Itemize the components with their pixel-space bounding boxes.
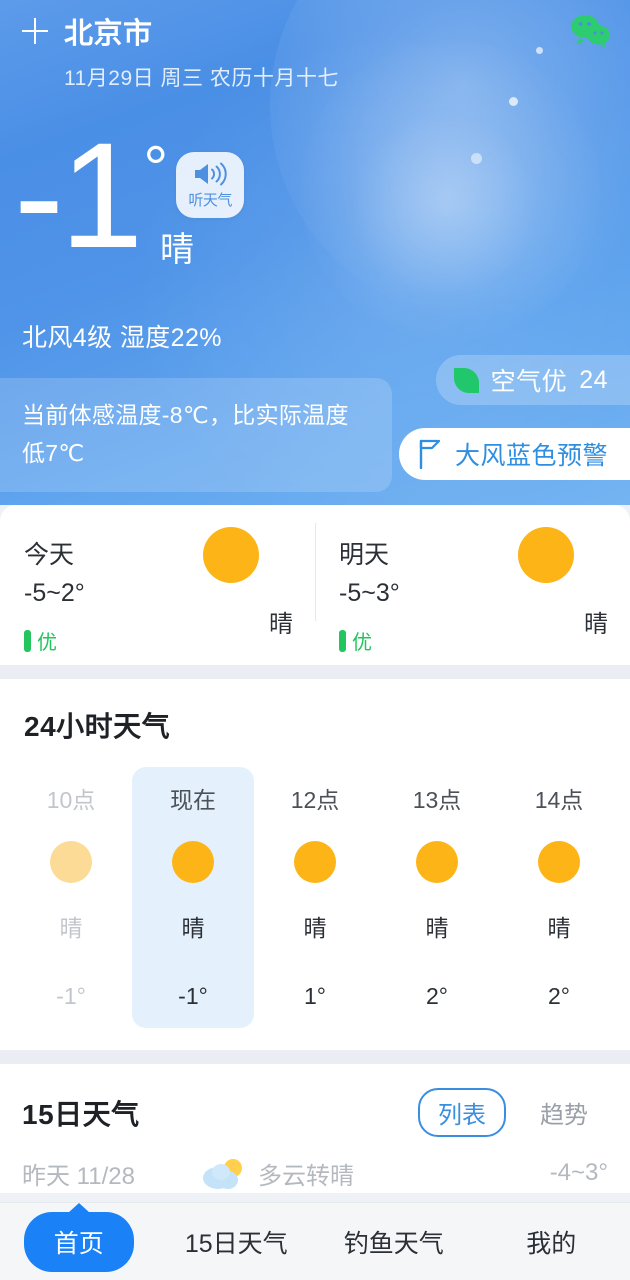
hourly-list: 10点 晴 -1° 现在 晴 -1° 12点 晴 1° 13点 晴 2° 14点… xyxy=(0,767,630,1028)
hour-time: 13点 xyxy=(412,787,462,813)
wechat-icon[interactable] xyxy=(570,14,612,48)
day-aqi-label: 优 xyxy=(352,632,372,654)
weather-alert-label: 大风蓝色预警 xyxy=(454,442,608,470)
aqi-bar-icon xyxy=(339,629,346,652)
speaker-icon xyxy=(195,162,227,185)
two-day-card: 今天 -5~2° 优 晴 明天 -5~3° 优 晴 xyxy=(0,505,630,665)
day-condition: 晴 xyxy=(269,611,293,638)
hour-column[interactable]: 14点 晴 2° xyxy=(498,767,620,1028)
weather-alert-pill[interactable]: 大风蓝色预警 xyxy=(398,428,630,480)
hour-column[interactable]: 10点 晴 -1° xyxy=(10,767,132,1028)
day-column-today[interactable]: 今天 -5~2° 优 晴 xyxy=(0,505,315,665)
hour-time: 10点 xyxy=(46,787,96,813)
forecast-temp: -4~3° xyxy=(549,1159,608,1186)
hour-temp: -1° xyxy=(56,983,86,1009)
tab-trend-view[interactable]: 趋势 xyxy=(520,1088,608,1137)
hour-temp: 2° xyxy=(426,983,448,1009)
add-city-icon[interactable] xyxy=(22,18,48,44)
forecast-condition: 多云转晴 xyxy=(258,1162,354,1190)
hour-condition: 晴 xyxy=(59,915,83,941)
fifteen-day-header: 15日天气 列表 趋势 xyxy=(0,1088,630,1137)
hero-sparkle-3 xyxy=(471,153,482,164)
day-temp-range: -5~3° xyxy=(339,579,400,607)
listen-weather-label: 听天气 xyxy=(188,191,232,209)
hero-sparkle-1 xyxy=(536,47,543,54)
tab-home-label: 首页 xyxy=(23,1211,134,1272)
forecast-row[interactable]: 昨天 11/28 多云转晴 -4~3° xyxy=(0,1137,630,1193)
degree-symbol: ° xyxy=(143,134,169,203)
hour-condition: 晴 xyxy=(547,915,571,941)
hour-column-now[interactable]: 现在 晴 -1° xyxy=(132,767,254,1028)
city-row: 北京市 xyxy=(22,10,339,52)
sun-icon xyxy=(50,841,92,883)
temperature-line: -1 ° 听天气 xyxy=(14,111,245,279)
current-condition: 晴 xyxy=(160,231,194,269)
day-column-tomorrow[interactable]: 明天 -5~3° 优 晴 xyxy=(315,505,630,665)
hero-glow-3 xyxy=(350,110,540,300)
sun-icon xyxy=(518,527,574,583)
section-divider xyxy=(0,665,630,679)
hour-time: 14点 xyxy=(534,787,584,813)
tab-fishing-weather-label: 钓鱼天气 xyxy=(343,1229,444,1258)
hour-temp: -1° xyxy=(178,983,208,1009)
hero-glow-2 xyxy=(300,40,600,340)
air-quality-pill[interactable]: 空气优 24 xyxy=(435,355,630,405)
hour-column[interactable]: 13点 晴 2° xyxy=(376,767,498,1028)
hour-condition: 晴 xyxy=(181,915,205,941)
hour-condition: 晴 xyxy=(303,915,327,941)
forecast-day: 昨天 11/28 xyxy=(22,1162,135,1190)
hero-header: 北京市 11月29日 周三 农历十月十七 xyxy=(22,10,339,92)
day-aqi-label: 优 xyxy=(37,632,57,654)
tab-mine[interactable]: 我的 xyxy=(473,1224,630,1260)
hour-time: 12点 xyxy=(290,787,340,813)
sun-icon xyxy=(538,841,580,883)
day-temp-range: -5~2° xyxy=(24,579,85,607)
sun-icon xyxy=(203,527,259,583)
hourly-forecast-card: 24小时天气 10点 晴 -1° 现在 晴 -1° 12点 晴 1° 13点 晴… xyxy=(0,679,630,1050)
sun-icon xyxy=(416,841,458,883)
weather-app-screen: 北京市 11月29日 周三 农历十月十七 -1 ° 听天气 晴 北风4级 湿度2… xyxy=(0,0,630,1280)
feels-like-box: 当前体感温度-8℃，比实际温度低7℃ xyxy=(0,378,392,492)
day-aqi: 优 xyxy=(339,626,606,655)
wind-humidity: 北风4级 湿度22% xyxy=(22,324,222,352)
current-weather-hero: 北京市 11月29日 周三 农历十月十七 -1 ° 听天气 晴 北风4级 湿度2… xyxy=(0,0,630,505)
hero-sparkle-2 xyxy=(509,97,518,106)
aqi-bar-icon xyxy=(24,629,31,652)
current-temperature: -1 xyxy=(14,111,143,279)
city-name[interactable]: 北京市 xyxy=(64,10,153,52)
tab-fifteen-day-label: 15日天气 xyxy=(184,1229,288,1258)
tab-mine-label: 我的 xyxy=(526,1229,577,1258)
fifteen-day-card: 15日天气 列表 趋势 昨天 11/28 多云转晴 -4~3° xyxy=(0,1064,630,1193)
day-aqi: 优 xyxy=(24,626,291,655)
hour-column[interactable]: 12点 晴 1° xyxy=(254,767,376,1028)
tab-fifteen-day[interactable]: 15日天气 xyxy=(158,1224,316,1260)
listen-weather-button[interactable]: 听天气 xyxy=(176,152,245,218)
hourly-title: 24小时天气 xyxy=(24,711,171,742)
fifteen-day-title: 15日天气 xyxy=(22,1098,140,1130)
hour-condition: 晴 xyxy=(425,915,449,941)
date-line: 11月29日 周三 农历十月十七 xyxy=(64,67,339,90)
view-toggle: 列表 趋势 xyxy=(418,1088,608,1137)
air-quality-value: 24 xyxy=(579,365,608,394)
flag-icon xyxy=(419,439,441,469)
tab-home[interactable]: 首页 xyxy=(0,1211,158,1272)
day-condition: 晴 xyxy=(584,611,608,638)
sun-icon xyxy=(172,841,214,883)
hour-temp: 1° xyxy=(304,983,326,1009)
cloud-sun-icon xyxy=(202,1156,248,1190)
section-divider xyxy=(0,1050,630,1064)
hour-time: 现在 xyxy=(170,787,216,813)
hour-temp: 2° xyxy=(548,983,570,1009)
tab-fishing-weather[interactable]: 钓鱼天气 xyxy=(315,1224,473,1260)
sun-icon xyxy=(294,841,336,883)
tab-list-view[interactable]: 列表 xyxy=(418,1088,506,1137)
air-quality-label: 空气优 xyxy=(490,368,568,396)
bottom-tab-bar: 首页 15日天气 钓鱼天气 我的 xyxy=(0,1202,630,1280)
temperature-block: -1 ° 听天气 晴 xyxy=(14,111,245,279)
leaf-icon xyxy=(453,367,479,393)
